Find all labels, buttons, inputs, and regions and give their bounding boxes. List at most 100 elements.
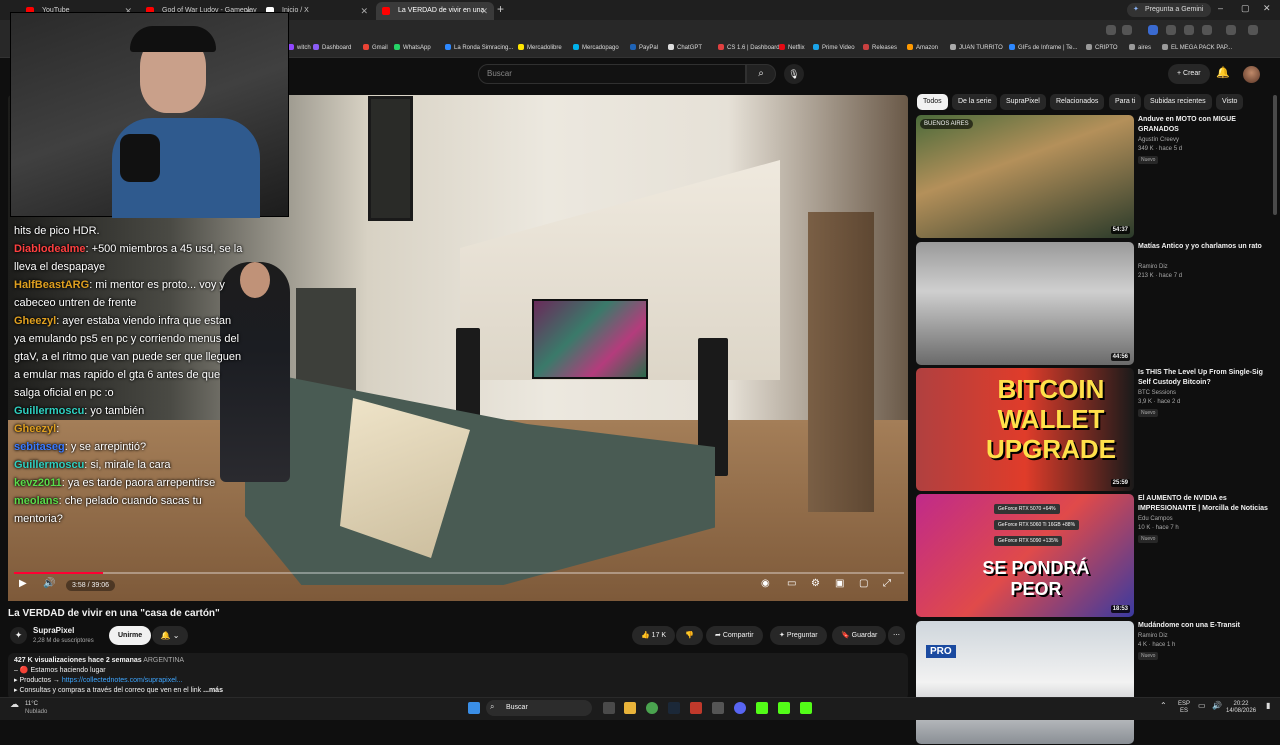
subtitles-icon[interactable]: ▭ — [787, 578, 796, 589]
bookmark-item[interactable]: Mercadolibre — [518, 44, 562, 51]
video-thumbnail[interactable]: BITCOIN WALLET UPGRADE 25:59 — [916, 368, 1134, 491]
kick-icon[interactable] — [800, 702, 812, 714]
bookmark-item[interactable]: WhatsApp — [394, 44, 431, 51]
volume-icon[interactable]: 🔊 — [1212, 702, 1222, 710]
filter-chip[interactable]: Relacionados — [1050, 94, 1105, 110]
cast-icon[interactable] — [1106, 25, 1116, 35]
recommended-video-title[interactable]: El AUMENTO de NVIDIA es IMPRESIONANTE | … — [1138, 494, 1268, 514]
filter-chip[interactable]: Para ti — [1109, 94, 1142, 110]
tab-active-video[interactable]: La VERDAD de vivir en una ✕ — [376, 2, 494, 20]
bookmark-item[interactable]: Netflix — [779, 44, 805, 51]
video-thumbnail[interactable]: SE PONDRÁ PEOR GeForce RTX 5070 +64% GeFor… — [916, 494, 1134, 617]
video-thumbnail[interactable]: BUENOS AIRES 54:37 — [916, 115, 1134, 238]
profile-icon[interactable] — [1226, 25, 1236, 35]
like-button[interactable]: 👍 17 K — [632, 626, 676, 645]
bookmark-item[interactable]: Prime Video — [813, 44, 855, 51]
language-indicator[interactable]: ESP ES — [1178, 701, 1190, 715]
notifications-bell-icon[interactable]: 🔔 — [1216, 66, 1230, 79]
close-icon[interactable]: ✕ — [480, 2, 488, 20]
progress-bar[interactable] — [14, 572, 904, 574]
filter-chip[interactable]: Subidas recientes — [1144, 94, 1212, 110]
avatar[interactable] — [1243, 66, 1260, 83]
extension-icon[interactable] — [1148, 25, 1158, 35]
filter-chip[interactable]: Todos — [917, 94, 948, 110]
cast-icon[interactable]: ▢ — [859, 578, 868, 589]
file-explorer-icon[interactable] — [624, 702, 636, 714]
kick-icon[interactable] — [778, 702, 790, 714]
recommended-video-title[interactable]: Mudándome con una E-Transit — [1138, 621, 1268, 631]
recommended-channel[interactable]: Agustín Creevy — [1138, 136, 1179, 145]
recommended-video[interactable]: PRO Mudándome con una E-Transit Ramiro Diz… — [916, 621, 1271, 745]
taskbar-search[interactable]: Buscar — [486, 700, 592, 716]
video-description[interactable]: 427 K visualizaciones hace 2 semanas ARG… — [8, 653, 908, 700]
bookmark-item[interactable]: Amazon — [907, 44, 938, 51]
weather-icon[interactable]: ☁ — [10, 700, 19, 709]
scrollbar[interactable] — [1273, 95, 1277, 215]
maximize-icon[interactable]: ▢ — [1241, 3, 1250, 14]
window-close-icon[interactable]: ✕ — [1263, 3, 1271, 14]
kick-icon[interactable] — [756, 702, 768, 714]
mic-icon[interactable]: 🎙 — [784, 64, 804, 84]
channel-name[interactable]: SupraPixel — [33, 626, 74, 635]
close-icon[interactable]: ✕ — [360, 2, 368, 20]
bookmark-item[interactable]: Mercadopago — [573, 44, 619, 51]
subscribe-bell-button[interactable]: 🔔 ⌄ — [152, 626, 188, 645]
puzzle-icon[interactable] — [1202, 25, 1212, 35]
dislike-button[interactable]: 👎 — [676, 626, 703, 645]
start-icon[interactable] — [468, 702, 480, 714]
discord-icon[interactable] — [734, 702, 746, 714]
recommended-video[interactable]: BITCOIN WALLET UPGRADE 25:59 Is THIS The L… — [916, 368, 1271, 492]
search-input[interactable]: Buscar — [478, 64, 746, 84]
notification-center-icon[interactable]: ▮ — [1266, 702, 1270, 710]
extension-icon[interactable] — [1184, 25, 1194, 35]
bookmark-item[interactable]: La Ronda Simracing... — [445, 44, 513, 51]
recommended-channel[interactable]: BTC Sessions — [1138, 389, 1176, 398]
ask-button[interactable]: ✦ Preguntar — [770, 626, 827, 645]
recommended-video[interactable]: BUENOS AIRES 54:37 Anduve en MOTO con MIGU… — [916, 115, 1271, 239]
bookmark-item[interactable]: CS 1.6 | Dashboard — [718, 44, 780, 51]
new-tab-button[interactable]: + — [497, 2, 504, 16]
tray-chevron-icon[interactable]: ⌃ — [1160, 702, 1167, 710]
save-button[interactable]: 🔖 Guardar — [832, 626, 887, 645]
create-button[interactable]: + Crear — [1168, 64, 1210, 84]
recommended-video[interactable]: 44:56 Matías Antico y yo charlamos un rat… — [916, 242, 1271, 366]
recommended-channel[interactable]: Edu Campos — [1138, 515, 1173, 524]
video-thumbnail[interactable]: 44:56 — [916, 242, 1134, 365]
play-icon[interactable]: ▶ — [19, 578, 27, 589]
channel-avatar[interactable]: ✦ — [10, 627, 27, 644]
recommended-video-title[interactable]: Matías Antico y yo charlamos un rato — [1138, 242, 1268, 252]
bookmark-item[interactable]: witch — [288, 44, 311, 51]
steam-icon[interactable] — [668, 702, 680, 714]
gemini-button[interactable]: Pregunta a Gemini — [1127, 3, 1212, 17]
filter-chip[interactable]: De la serie — [952, 94, 998, 110]
menu-dots-icon[interactable] — [1248, 25, 1258, 35]
bookmark-item[interactable]: Gmail — [363, 44, 388, 51]
task-view-icon[interactable] — [603, 702, 615, 714]
show-more-button[interactable]: ...más — [203, 687, 223, 694]
recommended-channel[interactable]: Ramiro Diz — [1138, 263, 1168, 272]
product-link[interactable]: https://collectednotes.com/suprapixel... — [62, 677, 183, 684]
autoplay-toggle[interactable]: ◉ — [761, 578, 770, 589]
more-options-icon[interactable]: ⋯ — [888, 626, 905, 645]
bookmark-item[interactable]: aires — [1129, 44, 1151, 51]
bookmark-item[interactable]: CRIPTO — [1086, 44, 1118, 51]
recommended-video[interactable]: SE PONDRÁ PEOR GeForce RTX 5070 +64% GeFor… — [916, 494, 1271, 618]
recommended-video-title[interactable]: Anduve en MOTO con MIGUE GRANADOS — [1138, 115, 1268, 135]
video-thumbnail[interactable]: PRO — [916, 621, 1134, 744]
bookmark-item[interactable]: EL MEGA PACK PAP... — [1162, 44, 1232, 51]
join-button[interactable]: Unirme — [109, 626, 152, 645]
bookmark-item[interactable]: GIFs de Inframe | Te... — [1009, 44, 1077, 51]
filter-chip[interactable]: Visto — [1216, 94, 1244, 110]
app-icon[interactable] — [690, 702, 702, 714]
bookmark-item[interactable]: Releases — [863, 44, 897, 51]
recommended-channel[interactable]: Ramiro Diz — [1138, 632, 1168, 641]
star-icon[interactable] — [1122, 25, 1132, 35]
bookmark-item[interactable]: ChatGPT — [668, 44, 702, 51]
volume-icon[interactable]: 🔊 — [43, 578, 55, 589]
chrome-icon[interactable] — [646, 702, 658, 714]
bookmark-item[interactable]: JUAN TURRITO — [950, 44, 1003, 51]
minimize-icon[interactable]: – — [1218, 3, 1223, 13]
fullscreen-icon[interactable]: ⤢ — [883, 578, 891, 589]
bookmark-item[interactable]: PayPal — [630, 44, 658, 51]
recommended-video-title[interactable]: Is THIS The Level Up From Single-Sig Sel… — [1138, 368, 1268, 388]
